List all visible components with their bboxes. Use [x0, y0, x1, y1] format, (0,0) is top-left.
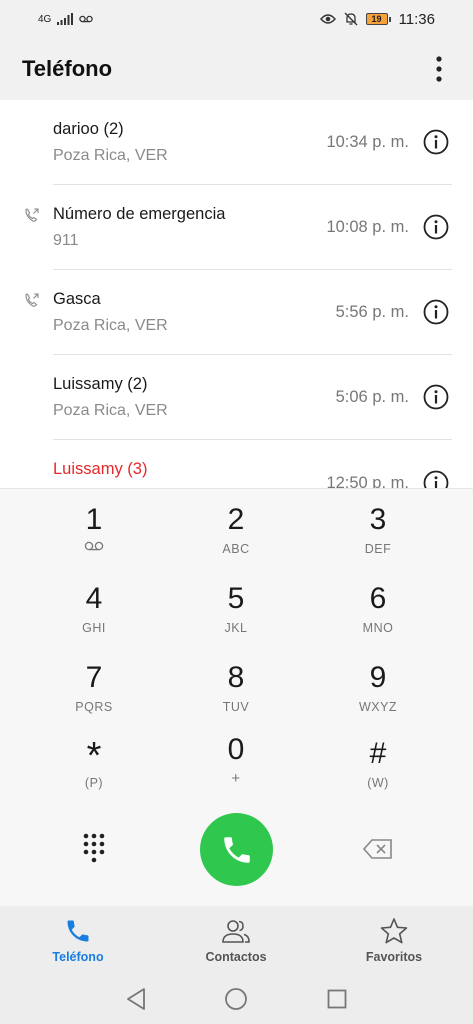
info-icon[interactable] [423, 214, 449, 240]
key-digit: 8 [227, 661, 245, 694]
key-digit: 4 [85, 582, 103, 615]
key-letters: JKL [224, 621, 248, 635]
key-letters: GHI [82, 621, 106, 635]
key-letters: TUV [222, 700, 250, 714]
key-digit: 0 [227, 733, 245, 766]
outgoing-call-icon [25, 293, 39, 307]
status-bar: 4G 19 11:36 [0, 0, 473, 38]
key-digit: 6 [369, 582, 387, 615]
caller-location: Poza Rica, VER [53, 147, 168, 164]
clock: 11:36 [398, 10, 435, 28]
key-5[interactable]: 5 JKL [176, 582, 296, 654]
call-time: 5:06 p. m. [335, 388, 409, 406]
call-log-list: darioo (2) Poza Rica, VER 10:34 p. m. Nú… [0, 100, 473, 488]
key-digit: 5 [227, 582, 245, 615]
key-letters: + [231, 770, 241, 787]
backspace-icon[interactable] [362, 837, 394, 861]
key-6[interactable]: 6 MNO [318, 582, 438, 654]
key-4[interactable]: 4 GHI [34, 582, 154, 654]
tab-label: Teléfono [52, 950, 104, 964]
star-icon [379, 916, 409, 946]
info-icon[interactable] [423, 299, 449, 325]
key-letters: (P) [84, 776, 104, 790]
info-icon[interactable] [423, 129, 449, 155]
key-digit: 3 [369, 503, 387, 536]
tab-contacts[interactable]: Contactos [176, 906, 296, 974]
key-digit: 9 [369, 661, 387, 694]
call-button[interactable] [200, 813, 273, 886]
call-time: 12:50 p. m. [326, 474, 409, 488]
tab-label: Favoritos [365, 950, 423, 964]
key-letters: WXYZ [358, 700, 398, 714]
eye-icon [319, 14, 336, 24]
key-hash[interactable]: # (W) [318, 737, 438, 809]
battery-level: 19 [365, 13, 388, 25]
home-icon[interactable] [223, 986, 249, 1012]
caller-name-missed: Luissamy (3) [53, 460, 148, 478]
call-log-row[interactable]: darioo (2) Poza Rica, VER 10:34 p. m. [0, 100, 473, 185]
network-type: 4G [38, 13, 52, 25]
recents-icon[interactable] [324, 986, 350, 1012]
more-vert-icon[interactable] [427, 54, 451, 84]
caller-name: Gasca [53, 290, 101, 308]
tab-label: Contactos [205, 950, 267, 964]
bell-off-icon [344, 12, 358, 26]
key-3[interactable]: 3 DEF [318, 503, 438, 575]
dialpad-toggle-icon[interactable] [80, 832, 108, 864]
tab-phone[interactable]: Teléfono [18, 906, 138, 974]
key-letters: ABC [222, 542, 250, 556]
info-icon[interactable] [423, 470, 449, 488]
caller-name: Luissamy (2) [53, 375, 148, 393]
key-digit: # [369, 737, 387, 770]
page-title: Teléfono [22, 56, 113, 81]
key-8[interactable]: 8 TUV [176, 661, 296, 733]
key-digit: 1 [85, 503, 103, 536]
dialpad: 1 2 ABC 3 DEF 4 GHI 5 JKL 6 MNO 7 PQRS 8… [0, 488, 473, 906]
voicemail-icon [84, 541, 104, 551]
key-0[interactable]: 0 + [176, 733, 296, 805]
outgoing-call-icon [25, 208, 39, 222]
info-icon[interactable] [423, 384, 449, 410]
key-7[interactable]: 7 PQRS [34, 661, 154, 733]
key-2[interactable]: 2 ABC [176, 503, 296, 575]
phone-icon [223, 836, 250, 863]
key-letters: MNO [362, 621, 394, 635]
signal-icon [57, 13, 74, 25]
status-left: 4G [38, 13, 94, 25]
caller-location: Poza Rica, VER [53, 317, 168, 334]
caller-location: Poza Rica, VER [53, 402, 168, 419]
call-log-row[interactable]: Luissamy (3) 12:50 p. m. [0, 440, 473, 488]
key-9[interactable]: 9 WXYZ [318, 661, 438, 733]
call-log-row[interactable]: Gasca Poza Rica, VER 5:56 p. m. [0, 270, 473, 355]
key-letters: PQRS [75, 700, 113, 714]
battery-icon: 19 [365, 13, 391, 25]
caller-name: Número de emergencia [53, 205, 226, 223]
key-1[interactable]: 1 [34, 503, 154, 575]
voicemail-icon [79, 15, 94, 23]
key-digit: 2 [227, 503, 245, 536]
bottom-nav: Teléfono Contactos Favoritos [0, 906, 473, 974]
phone-icon [63, 916, 93, 946]
key-letters: (W) [367, 776, 389, 790]
app-header: Teléfono [0, 38, 473, 100]
key-star[interactable]: * (P) [34, 737, 154, 809]
call-log-row[interactable]: Número de emergencia 911 10:08 p. m. [0, 185, 473, 270]
status-right: 19 11:36 [319, 10, 435, 28]
system-nav-bar [0, 974, 473, 1024]
caller-name: darioo (2) [53, 120, 124, 138]
call-time: 5:56 p. m. [335, 303, 409, 321]
call-time: 10:34 p. m. [326, 133, 409, 151]
call-time: 10:08 p. m. [326, 218, 409, 236]
call-log-row[interactable]: Luissamy (2) Poza Rica, VER 5:06 p. m. [0, 355, 473, 440]
contacts-icon [221, 916, 251, 946]
key-digit: * [86, 735, 102, 777]
tab-favorites[interactable]: Favoritos [334, 906, 454, 974]
back-icon[interactable] [123, 986, 149, 1012]
caller-number: 911 [53, 232, 79, 249]
key-letters: DEF [364, 542, 392, 556]
key-digit: 7 [85, 661, 103, 694]
